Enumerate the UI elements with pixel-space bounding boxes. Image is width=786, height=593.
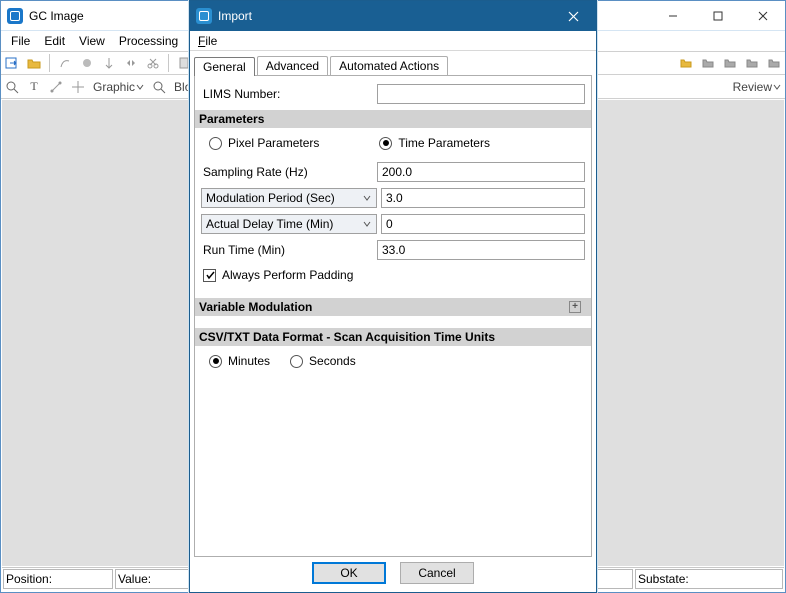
modulation-period-input[interactable] <box>381 188 585 208</box>
always-padding-label: Always Perform Padding <box>222 268 353 282</box>
radio-dot-icon <box>290 355 303 368</box>
status-substate: Substate: <box>635 569 783 589</box>
tool-icon-4[interactable] <box>122 54 140 72</box>
radio-time-label: Time Parameters <box>398 136 490 150</box>
folder-icon-r1[interactable] <box>677 54 695 72</box>
menu-processing[interactable]: Processing <box>113 33 184 49</box>
graphic-dropdown[interactable]: Graphic <box>91 80 146 94</box>
actual-delay-label: Actual Delay Time (Min) <box>206 217 333 231</box>
variable-modulation-label: Variable Modulation <box>199 300 312 314</box>
dialog-close-button[interactable] <box>551 1 596 31</box>
expand-icon[interactable]: + <box>569 301 581 313</box>
tool-icon-3[interactable] <box>100 54 118 72</box>
checkbox-box-icon <box>203 269 216 282</box>
import-icon[interactable] <box>3 54 21 72</box>
cancel-button[interactable]: Cancel <box>400 562 474 584</box>
menu-file[interactable]: File <box>5 33 36 49</box>
dialog-tabs: General Advanced Automated Actions <box>190 53 596 75</box>
folder-icon-r5[interactable] <box>765 54 783 72</box>
folder-icon-r3[interactable] <box>721 54 739 72</box>
run-time-label: Run Time (Min) <box>201 243 377 257</box>
radio-pixel-label: Pixel Parameters <box>228 136 319 150</box>
radio-minutes-label: Minutes <box>228 354 270 368</box>
radio-dot-icon <box>209 137 222 150</box>
dialog-app-icon <box>196 8 212 24</box>
menu-view[interactable]: View <box>73 33 111 49</box>
cut-icon[interactable] <box>144 54 162 72</box>
review-dropdown[interactable]: Review <box>731 80 783 94</box>
modulation-period-combo[interactable]: Modulation Period (Sec) <box>201 188 377 208</box>
close-button[interactable] <box>740 1 785 31</box>
actual-delay-combo[interactable]: Actual Delay Time (Min) <box>201 214 377 234</box>
always-padding-checkbox[interactable]: Always Perform Padding <box>201 264 585 286</box>
app-icon <box>7 8 23 24</box>
actual-delay-input[interactable] <box>381 214 585 234</box>
dialog-menubar: File <box>190 31 596 51</box>
folder-icon-r4[interactable] <box>743 54 761 72</box>
radio-seconds[interactable]: Seconds <box>290 354 356 368</box>
crosshair-icon[interactable] <box>69 78 87 96</box>
csv-format-header: CSV/TXT Data Format - Scan Acquisition T… <box>195 328 591 346</box>
magnifier-icon[interactable] <box>3 78 21 96</box>
radio-dot-icon <box>379 137 392 150</box>
ok-button[interactable]: OK <box>312 562 386 584</box>
radio-seconds-label: Seconds <box>309 354 356 368</box>
sampling-rate-input[interactable] <box>377 162 585 182</box>
maximize-button[interactable] <box>695 1 740 31</box>
dialog-button-row: OK Cancel <box>190 557 596 589</box>
review-label: Review <box>733 80 772 94</box>
dialog-titlebar: Import <box>190 1 596 31</box>
radio-dot-icon <box>209 355 222 368</box>
variable-modulation-header[interactable]: Variable Modulation + <box>195 298 591 316</box>
minimize-button[interactable] <box>650 1 695 31</box>
graphic-label: Graphic <box>93 80 135 94</box>
lims-input[interactable] <box>377 84 585 104</box>
dialog-menu-file[interactable]: File <box>194 33 221 49</box>
radio-time-parameters[interactable]: Time Parameters <box>379 136 490 150</box>
dialog-title: Import <box>218 9 252 23</box>
import-dialog: Import File General Advanced Automated A… <box>189 0 597 593</box>
sampling-rate-label: Sampling Rate (Hz) <box>201 165 377 179</box>
folder-icon-r2[interactable] <box>699 54 717 72</box>
radio-minutes[interactable]: Minutes <box>209 354 270 368</box>
text-tool-icon[interactable]: T <box>25 78 43 96</box>
menu-edit[interactable]: Edit <box>38 33 71 49</box>
parameters-header: Parameters <box>195 110 591 128</box>
main-title: GC Image <box>29 9 84 23</box>
modulation-period-label: Modulation Period (Sec) <box>206 191 335 205</box>
tab-general[interactable]: General <box>194 57 255 76</box>
tool-icon-2[interactable] <box>78 54 96 72</box>
tab-panel-general: LIMS Number: Parameters Pixel Parameters… <box>194 75 592 557</box>
blob-icon[interactable] <box>150 78 168 96</box>
run-time-input[interactable] <box>377 240 585 260</box>
radio-pixel-parameters[interactable]: Pixel Parameters <box>209 136 319 150</box>
tab-automated-actions[interactable]: Automated Actions <box>330 56 448 75</box>
open-folder-icon[interactable] <box>25 54 43 72</box>
status-position: Position: <box>3 569 113 589</box>
tool-icon-1[interactable] <box>56 54 74 72</box>
tab-advanced[interactable]: Advanced <box>257 56 328 75</box>
measure-icon[interactable] <box>47 78 65 96</box>
lims-label: LIMS Number: <box>201 87 377 101</box>
